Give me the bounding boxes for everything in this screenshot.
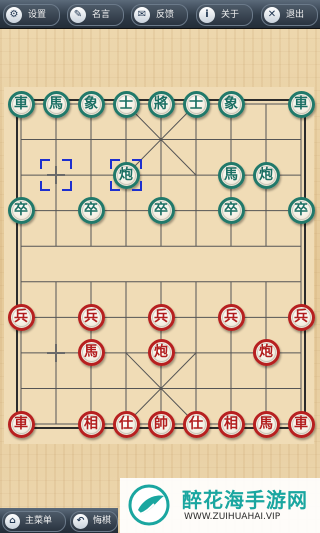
top-toolbar: ⚙ 设置 ✎ 名言 ✉ 反馈 i 关于 ✕ 退出 — [0, 0, 320, 29]
main-menu-button[interactable]: ⌂ 主菜单 — [2, 511, 66, 532]
red-chariot-piece[interactable]: 車 — [287, 410, 315, 438]
undo-label: 悔棋 — [93, 516, 112, 526]
red-soldier-piece[interactable]: 兵 — [147, 303, 175, 331]
home-icon: ⌂ — [5, 514, 20, 529]
red-horse-piece[interactable]: 馬 — [252, 410, 280, 438]
green-general-piece[interactable]: 將 — [147, 90, 175, 118]
watermark: 醉花海手游网 WWW.ZUIHUAHAI.VIP — [120, 478, 320, 533]
bottom-toolbar: ⌂ 主菜单 ↶ 悔棋 — [0, 508, 118, 533]
green-advisor-piece[interactable]: 士 — [182, 90, 210, 118]
red-advisor-piece[interactable]: 仕 — [112, 410, 140, 438]
red-elephant-piece[interactable]: 相 — [77, 410, 105, 438]
info-icon: i — [199, 7, 215, 23]
quotes-button[interactable]: ✎ 名言 — [67, 4, 124, 26]
green-elephant-piece[interactable]: 象 — [217, 90, 245, 118]
red-chariot-piece[interactable]: 車 — [7, 410, 35, 438]
mail-icon: ✉ — [134, 7, 150, 23]
green-horse-piece[interactable]: 馬 — [217, 161, 245, 189]
green-soldier-piece[interactable]: 卒 — [7, 197, 35, 225]
settings-icon: ⚙ — [6, 7, 22, 23]
watermark-title: 醉花海手游网 — [182, 488, 308, 512]
close-icon: ✕ — [264, 7, 280, 23]
settings-label: 设置 — [28, 10, 47, 20]
red-elephant-piece[interactable]: 相 — [217, 410, 245, 438]
green-soldier-piece[interactable]: 卒 — [147, 197, 175, 225]
selection-marker — [40, 159, 72, 192]
quotes-label: 名言 — [92, 10, 111, 20]
move-hint-marker — [47, 343, 65, 362]
green-chariot-piece[interactable]: 車 — [7, 90, 35, 118]
red-cannon-piece[interactable]: 炮 — [252, 339, 280, 367]
green-chariot-piece[interactable]: 車 — [287, 90, 315, 118]
feedback-button[interactable]: ✉ 反馈 — [131, 4, 188, 26]
main-menu-label: 主菜单 — [25, 516, 53, 526]
green-elephant-piece[interactable]: 象 — [77, 90, 105, 118]
selection-marker — [110, 159, 142, 192]
red-cannon-piece[interactable]: 炮 — [147, 339, 175, 367]
xiangqi-board[interactable] — [4, 87, 314, 444]
red-soldier-piece[interactable]: 兵 — [77, 303, 105, 331]
red-general-piece[interactable]: 帥 — [147, 410, 175, 438]
red-soldier-piece[interactable]: 兵 — [7, 303, 35, 331]
exit-button[interactable]: ✕ 退出 — [261, 4, 318, 26]
green-soldier-piece[interactable]: 卒 — [287, 197, 315, 225]
green-horse-piece[interactable]: 馬 — [42, 90, 70, 118]
speech-bubble-icon: ✎ — [70, 7, 86, 23]
red-soldier-piece[interactable]: 兵 — [217, 303, 245, 331]
exit-label: 退出 — [286, 10, 305, 20]
red-advisor-piece[interactable]: 仕 — [182, 410, 210, 438]
green-advisor-piece[interactable]: 士 — [112, 90, 140, 118]
undo-icon: ↶ — [73, 514, 88, 529]
board-grid — [16, 99, 306, 429]
red-soldier-piece[interactable]: 兵 — [287, 303, 315, 331]
settings-button[interactable]: ⚙ 设置 — [3, 4, 60, 26]
red-horse-piece[interactable]: 馬 — [77, 339, 105, 367]
green-soldier-piece[interactable]: 卒 — [217, 197, 245, 225]
watermark-logo-icon — [128, 484, 170, 526]
green-cannon-piece[interactable]: 炮 — [252, 161, 280, 189]
undo-button[interactable]: ↶ 悔棋 — [70, 511, 118, 532]
watermark-url: WWW.ZUIHUAHAI.VIP — [184, 512, 281, 522]
about-button[interactable]: i 关于 — [196, 4, 253, 26]
feedback-label: 反馈 — [156, 10, 175, 20]
green-soldier-piece[interactable]: 卒 — [77, 197, 105, 225]
about-label: 关于 — [221, 10, 240, 20]
